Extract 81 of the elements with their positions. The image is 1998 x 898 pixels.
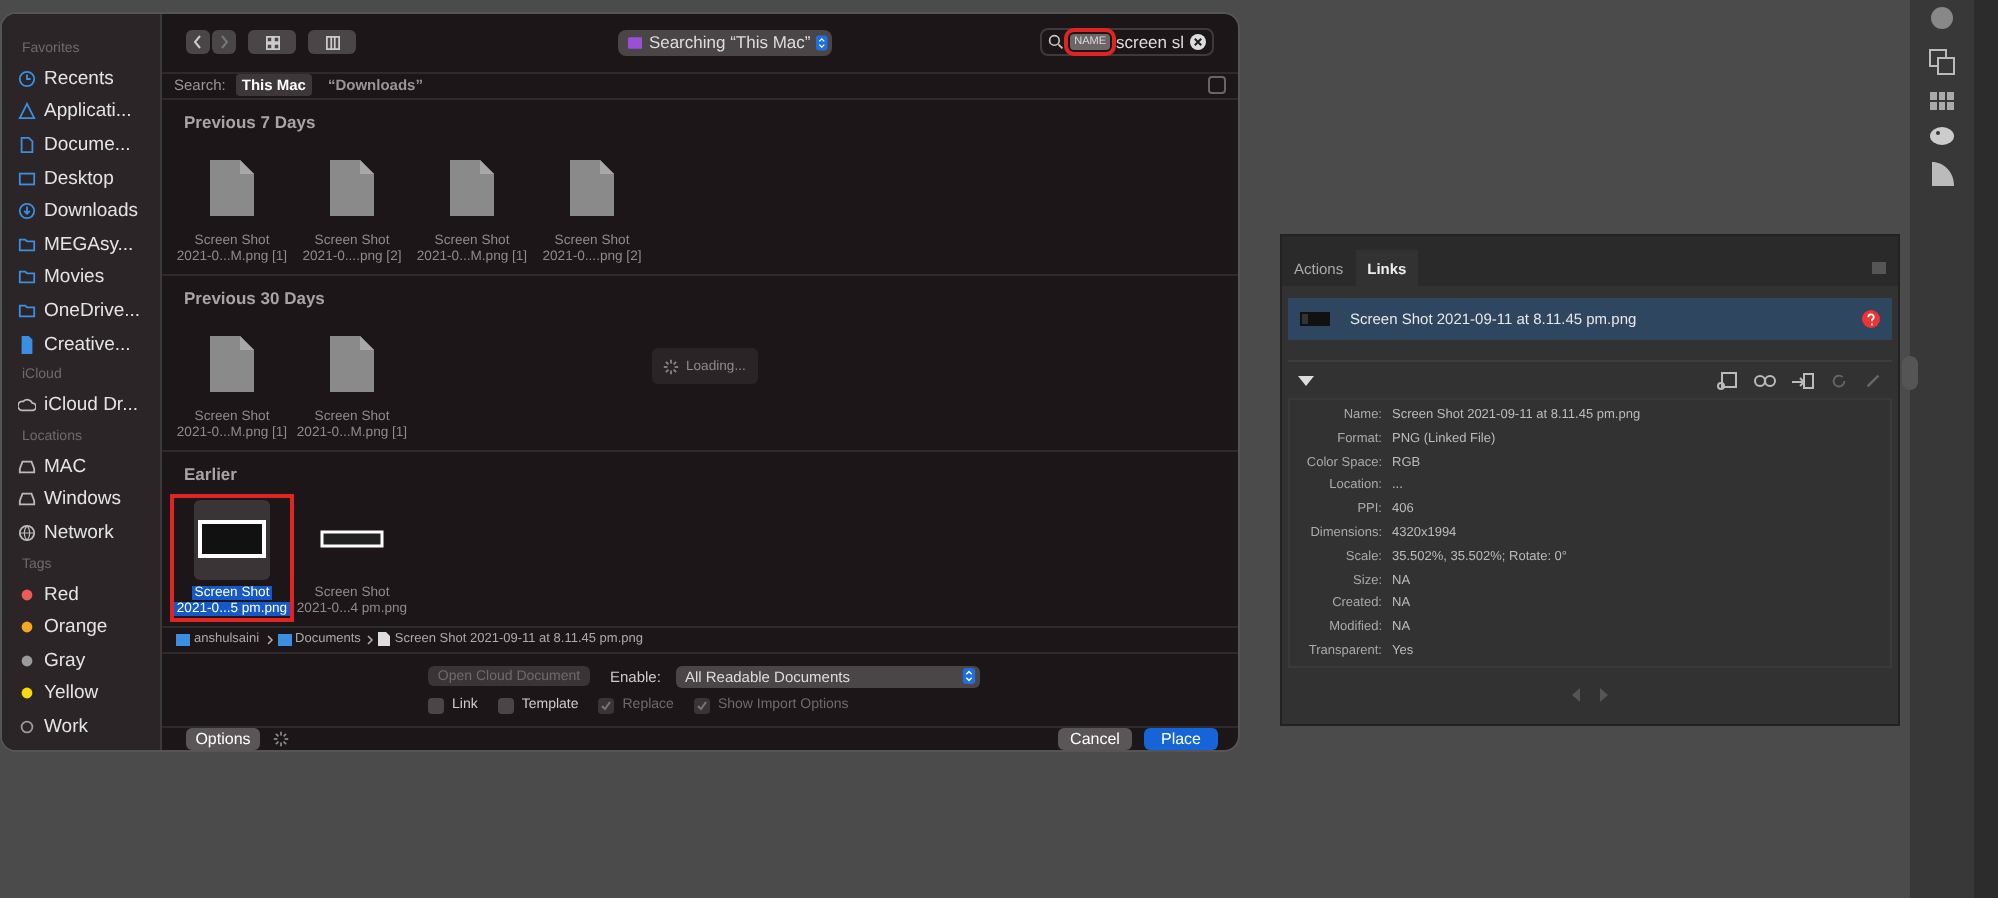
group-button[interactable]: [308, 30, 356, 55]
tag-dot: [18, 684, 36, 703]
layers-icon[interactable]: [1928, 48, 1956, 76]
sidebar-item[interactable]: Movies: [18, 261, 160, 295]
tag-dot: [18, 717, 36, 736]
search-icon: [1048, 34, 1065, 51]
disclosure-icon[interactable]: [1298, 375, 1314, 385]
tag-dot: [18, 618, 36, 637]
clock-icon: [18, 69, 36, 88]
gradient-icon[interactable]: [1931, 162, 1953, 186]
link-thumbnail: [1300, 312, 1330, 326]
location-popup[interactable]: Searching “This Mac”: [618, 29, 832, 56]
desktop-icon: [18, 169, 36, 188]
document-icon: [328, 333, 376, 394]
group-heading: Previous 30 Days: [182, 285, 327, 312]
sidebar-item[interactable]: MEGAsy...: [18, 227, 160, 262]
view-button[interactable]: [248, 30, 296, 55]
sidebar-item[interactable]: Yellow: [18, 677, 160, 711]
sidebar-item[interactable]: MAC: [18, 449, 160, 484]
sidebar-item[interactable]: Red: [18, 577, 160, 611]
document-icon: [568, 157, 616, 218]
sidebar-item[interactable]: Gray: [18, 643, 160, 677]
file-icon: [18, 335, 36, 354]
back-button[interactable]: [186, 30, 210, 55]
group-heading: Earlier: [182, 461, 239, 488]
options-button[interactable]: Options: [186, 727, 260, 750]
columns-icon: [325, 35, 339, 50]
image-thumbnail: [198, 520, 266, 559]
document-icon: [448, 157, 496, 218]
forward-button[interactable]: [212, 30, 236, 55]
globe-icon: [18, 523, 36, 542]
clear-icon[interactable]: [1190, 34, 1206, 51]
cloud-icon: [18, 396, 36, 415]
spinner-icon: [662, 357, 680, 375]
sidebar-item[interactable]: Orange: [18, 610, 160, 644]
sidebar-item[interactable]: Windows: [18, 483, 160, 517]
sidebar-item[interactable]: Network: [18, 516, 160, 550]
folder-icon: [277, 633, 292, 646]
document-icon: [328, 157, 376, 218]
tag-dot: [18, 651, 36, 670]
sidebar-item[interactable]: Desktop: [18, 161, 160, 195]
chevron-icon: [366, 633, 375, 646]
scrollbar-thumb[interactable]: [1902, 356, 1918, 390]
search-text: screen sl: [1115, 32, 1184, 53]
sidebar-item[interactable]: OneDrive...: [18, 294, 160, 328]
link-icon[interactable]: [1754, 373, 1776, 387]
swatches-icon[interactable]: [1930, 92, 1954, 110]
forward-icon: [218, 34, 230, 51]
sidebar-item[interactable]: Work: [18, 710, 160, 744]
back-icon: [192, 34, 204, 51]
file-icon: [378, 632, 391, 647]
sidebar-item[interactable]: Recents: [18, 62, 160, 96]
relink-icon[interactable]: [1716, 371, 1738, 389]
place-button[interactable]: Place: [1144, 727, 1218, 750]
go-to-link-icon[interactable]: [1792, 371, 1814, 389]
add-criteria-button[interactable]: [1208, 76, 1226, 95]
check-icon: [600, 699, 613, 712]
folder-icon: [628, 35, 643, 50]
sidebar-item[interactable]: Applicati...: [18, 95, 160, 129]
grid-icon: [265, 35, 279, 50]
apps-icon: [18, 102, 36, 121]
sidebar-item[interactable]: Creative...: [18, 327, 160, 361]
chevron-icon: [265, 633, 274, 646]
check-icon: [695, 699, 708, 712]
image-thumbnail: [320, 530, 384, 549]
download-icon: [18, 202, 36, 221]
sidebar-item[interactable]: iCloud Dr...: [18, 388, 160, 422]
group-heading: Previous 7 Days: [182, 109, 318, 136]
document-icon: [18, 135, 36, 154]
sidebar-item[interactable]: Downloads: [18, 194, 160, 228]
document-icon: [208, 157, 256, 218]
spinner-icon: [272, 729, 290, 748]
stepper-icon: [816, 33, 828, 52]
sidebar-item[interactable]: Docume...: [18, 128, 160, 162]
folder-icon: [176, 633, 190, 646]
cancel-button[interactable]: Cancel: [1058, 727, 1132, 750]
circle-icon[interactable]: [1928, 4, 1956, 32]
stepper-icon: [962, 668, 977, 685]
document-icon: [208, 333, 256, 394]
palette-icon[interactable]: [1930, 126, 1954, 146]
tag-dot: [18, 585, 36, 604]
